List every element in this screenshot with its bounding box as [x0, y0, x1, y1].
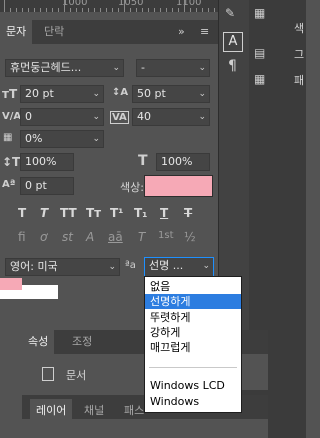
language-value: 영어: 미국 [10, 260, 58, 273]
kerning-input[interactable]: 0 ⌄ [20, 108, 104, 126]
antialias-option[interactable]: 매끄럽게 [145, 340, 241, 355]
baseline-shift-input[interactable]: 0 pt [20, 177, 74, 195]
language-select[interactable]: 영어: 미국 ⌄ [5, 258, 120, 276]
ruler-label: 1050 [118, 0, 144, 8]
chevron-down-icon: ⌄ [92, 89, 100, 99]
chevron-down-icon: ⌄ [112, 63, 120, 73]
horizontal-scale-input[interactable]: 100% [156, 153, 210, 171]
antialias-menu: 없음 선명하게 뚜렷하게 강하게 매끄럽게 Windows LCD Window… [144, 276, 242, 413]
swash-button[interactable]: st [62, 230, 73, 244]
font-family-select[interactable]: 휴먼둥근헤드... ⌄ [5, 59, 124, 77]
tsume-icon: ▦ [3, 132, 13, 143]
chevron-down-icon: ⌄ [108, 262, 116, 272]
antialias-select[interactable]: 선명 ... ⌄ [144, 257, 214, 277]
antialias-value: 선명 ... [149, 259, 184, 272]
fractions-button[interactable]: ½ [184, 230, 196, 244]
ruler-tick [64, 0, 65, 12]
strikethrough-button[interactable]: T [184, 206, 192, 220]
titling-alternates-button[interactable]: aā [108, 230, 123, 244]
horizontal-scale-value: 100% [161, 155, 193, 168]
ordinals-placeholder-button[interactable]: T [138, 230, 145, 244]
faux-italic-button[interactable]: T [40, 206, 48, 220]
document-icon [42, 367, 54, 381]
tab-adjustments[interactable]: 조정 [66, 330, 98, 354]
antialias-option[interactable]: Windows [145, 394, 241, 409]
all-caps-button[interactable]: TT [60, 206, 77, 220]
tracking-icon: VA [110, 111, 129, 124]
antialias-option[interactable]: 없음 [145, 279, 241, 294]
ligatures-button[interactable]: fi [18, 230, 26, 244]
font-style-select[interactable]: - ⌄ [136, 59, 210, 77]
leading-input[interactable]: 50 pt ⌄ [132, 85, 210, 103]
antialias-option[interactable]: 뚜렷하게 [145, 310, 241, 325]
tracking-input[interactable]: 40 ⌄ [132, 108, 210, 126]
leading-value: 50 pt [137, 87, 166, 100]
baseline-shift-value: 0 pt [25, 179, 47, 192]
character-tabbar: 문자 단락 » ≡ [0, 20, 218, 44]
superscript-button[interactable]: T¹ [110, 206, 123, 220]
kerning-value: 0 [25, 110, 32, 123]
ruler-tick [184, 0, 185, 12]
kerning-icon: V/A [2, 111, 22, 122]
faux-bold-button[interactable]: T [18, 206, 26, 220]
tab-layers[interactable]: 레이어 [30, 399, 73, 423]
discretionary-ligatures-button[interactable]: ơ [40, 230, 47, 244]
tab-channels[interactable]: 채널 [78, 399, 110, 423]
chevron-down-icon: ⌄ [198, 112, 206, 122]
ruler-label: 1100 [176, 0, 202, 8]
canvas-pink-shape [0, 278, 22, 290]
small-caps-button[interactable]: Tт [86, 206, 101, 220]
panel-menu-icon[interactable]: ≡ [200, 25, 209, 38]
leading-icon: ↕A [112, 87, 129, 98]
document-label: 문서 [66, 369, 87, 382]
collapse-icon[interactable]: » [178, 25, 185, 38]
chevron-down-icon: ⌄ [198, 89, 206, 99]
chevron-down-icon: ⌄ [202, 261, 210, 271]
tab-character[interactable]: 문자 [0, 20, 33, 44]
color-label: 색상: [120, 181, 144, 194]
font-family-value: 휴먼둥근헤드... [10, 61, 82, 74]
antialias-option-selected[interactable]: 선명하게 [145, 294, 241, 309]
gradient-icon[interactable]: ▤ [254, 46, 265, 60]
horizontal-scale-icon: T [138, 153, 148, 169]
right-panel-label: 색 [294, 22, 305, 35]
antialias-option[interactable]: 강하게 [145, 325, 241, 340]
history-icon[interactable]: ✎ [225, 6, 235, 20]
stylistic-alternates-button[interactable]: A [86, 230, 94, 244]
font-size-value: 20 pt [25, 87, 54, 100]
antialias-option[interactable]: Windows LCD [145, 378, 241, 393]
font-size-icon: ᴛT [2, 87, 18, 101]
right-panel-label: 패 [294, 74, 305, 87]
patterns-icon[interactable]: ▦ [254, 72, 265, 86]
tracking-value: 40 [137, 110, 151, 123]
font-style-value: - [141, 61, 145, 74]
vertical-scale-input[interactable]: 100% [20, 153, 74, 171]
paragraph-icon[interactable]: ¶ [228, 58, 237, 74]
tab-properties[interactable]: 속성 [22, 330, 55, 354]
tab-paragraph[interactable]: 단락 [38, 20, 70, 44]
underline-button[interactable]: T [160, 206, 168, 220]
chevron-down-icon: ⌄ [198, 63, 206, 73]
right-panel-label: 그 [294, 48, 305, 61]
character-icon[interactable]: A [223, 32, 243, 52]
color-swatch[interactable] [144, 175, 213, 197]
chevron-down-icon: ⌄ [92, 112, 100, 122]
ruler-label: 1000 [62, 0, 88, 8]
antialias-icon: ªa [125, 260, 136, 271]
menu-separator [149, 367, 237, 368]
tsume-input[interactable]: 0% ⌄ [20, 130, 104, 148]
chevron-down-icon: ⌄ [92, 134, 100, 144]
tsume-value: 0% [25, 132, 43, 145]
baseline-shift-icon: Aª [2, 179, 16, 190]
subscript-button[interactable]: T₁ [134, 206, 147, 220]
font-size-input[interactable]: 20 pt ⌄ [20, 85, 104, 103]
character-panel [0, 12, 218, 288]
ordinals-button[interactable]: 1st [158, 230, 174, 241]
swatches-icon[interactable]: ▦ [254, 6, 265, 20]
ruler-tick [124, 0, 125, 12]
vertical-scale-value: 100% [25, 155, 57, 168]
ruler-tick [4, 0, 5, 12]
vertical-scale-icon: ↕T [2, 155, 21, 169]
